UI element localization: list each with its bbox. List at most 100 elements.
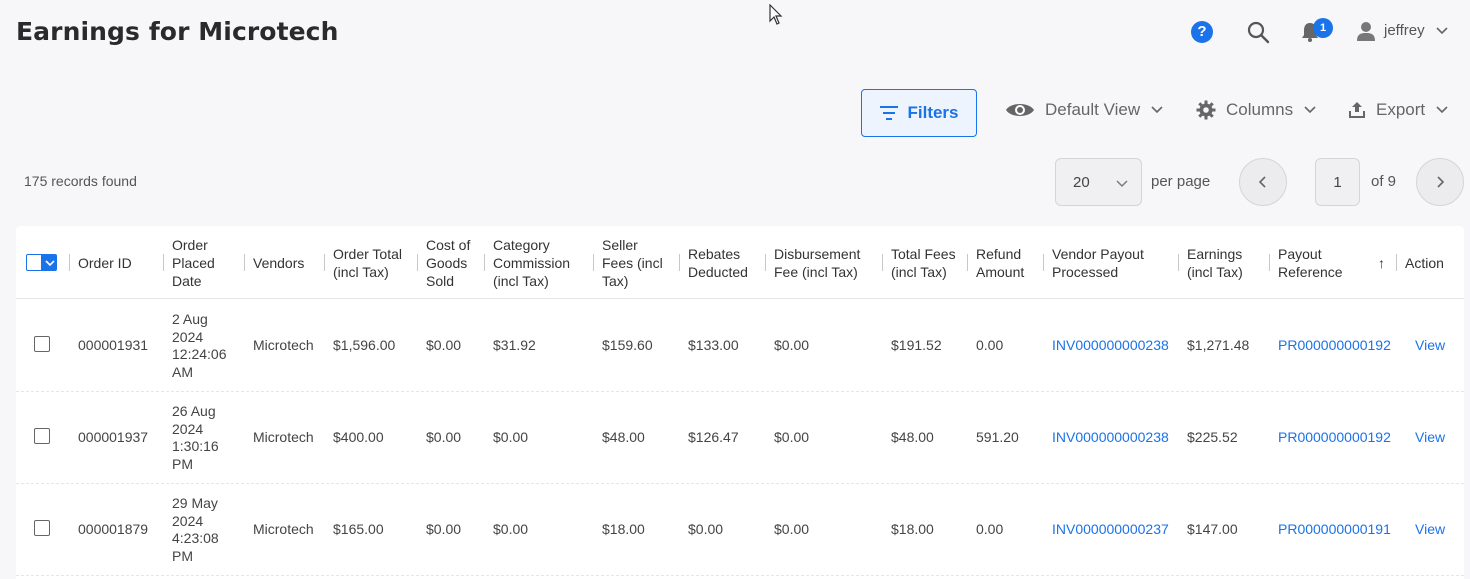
chevron-down-icon xyxy=(1436,106,1448,114)
refund-amount: 591.20 xyxy=(976,429,1019,446)
chevron-down-icon xyxy=(1116,180,1128,187)
notification-badge: 1 xyxy=(1313,18,1333,38)
gear-icon xyxy=(1196,100,1216,120)
default-view-label: Default View xyxy=(1045,100,1141,119)
row-checkbox[interactable] xyxy=(34,428,50,444)
column-header[interactable]: Order ID xyxy=(69,226,163,299)
chevron-left-icon xyxy=(1258,176,1266,188)
column-header[interactable]: Rebates Deducted xyxy=(679,226,765,299)
disbursement-fee: $0.00 xyxy=(774,429,810,446)
vendor: Microtech xyxy=(253,429,314,446)
seller-fees: $48.00 xyxy=(602,429,645,446)
column-header[interactable]: Cost of Goods Sold xyxy=(417,226,484,299)
rebates-deducted: $126.47 xyxy=(688,429,739,446)
order-total: $1,596.00 xyxy=(333,337,396,354)
cost-of-goods: $0.00 xyxy=(426,337,462,354)
order-date: 2 Aug 2024 12:24:06 AM xyxy=(172,311,227,380)
order-total: $165.00 xyxy=(333,521,384,538)
category-commission: $0.00 xyxy=(493,429,529,446)
help-icon[interactable]: ? xyxy=(1191,21,1213,43)
chevron-right-icon xyxy=(1437,176,1445,188)
export-dropdown[interactable]: Export xyxy=(1348,100,1449,120)
vendor-payout-link[interactable]: INV000000000237 xyxy=(1043,484,1178,576)
default-view-dropdown[interactable]: Default View xyxy=(1005,100,1164,120)
order-total: $400.00 xyxy=(333,429,384,446)
payout-reference-link[interactable]: PR000000000191 xyxy=(1269,484,1396,576)
columns-dropdown[interactable]: Columns xyxy=(1196,100,1317,120)
chevron-down-icon[interactable] xyxy=(1435,24,1449,38)
table-row: 000001937 26 Aug 2024 1:30:16 PM Microte… xyxy=(16,392,1464,484)
row-checkbox[interactable] xyxy=(34,520,50,536)
previous-page-button[interactable] xyxy=(1239,158,1287,206)
vendor: Microtech xyxy=(253,521,314,538)
filters-button[interactable]: Filters xyxy=(861,89,977,137)
sort-ascending-icon[interactable]: ↑ xyxy=(1378,255,1385,271)
earnings: $147.00 xyxy=(1187,521,1238,538)
seller-fees: $159.60 xyxy=(602,337,653,354)
filter-icon xyxy=(880,106,899,120)
cost-of-goods: $0.00 xyxy=(426,521,462,538)
column-header: Action xyxy=(1396,226,1464,299)
payout-reference-link[interactable]: PR000000000192 xyxy=(1269,300,1396,392)
export-icon xyxy=(1349,102,1365,118)
disbursement-fee: $0.00 xyxy=(774,337,810,354)
column-header[interactable]: Total Fees (incl Tax) xyxy=(882,226,967,299)
column-header[interactable]: Disbursement Fee (incl Tax) xyxy=(765,226,882,299)
column-header[interactable]: Vendors xyxy=(244,226,324,299)
vendor: Microtech xyxy=(253,337,314,354)
view-link[interactable]: View xyxy=(1406,484,1464,576)
order-id: 000001937 xyxy=(78,429,149,446)
column-header[interactable]: Payout Reference xyxy=(1269,226,1396,299)
total-fees: $48.00 xyxy=(891,429,934,446)
export-label: Export xyxy=(1376,100,1426,119)
chevron-down-icon xyxy=(1151,106,1163,114)
column-header[interactable]: Refund Amount xyxy=(967,226,1043,299)
column-header[interactable]: Category Commission (incl Tax) xyxy=(484,226,593,299)
order-date: 26 Aug 2024 1:30:16 PM xyxy=(172,403,219,472)
disbursement-fee: $0.00 xyxy=(774,521,810,538)
page-title: Earnings for Microtech xyxy=(16,17,339,46)
per-page-select[interactable]: 20 xyxy=(1055,158,1142,206)
earnings: $225.52 xyxy=(1187,429,1238,446)
select-all-checkbox[interactable] xyxy=(26,254,57,271)
column-header[interactable]: Earnings (incl Tax) xyxy=(1178,226,1269,299)
vendor-payout-link[interactable]: INV000000000238 xyxy=(1043,392,1178,484)
row-checkbox[interactable] xyxy=(34,336,50,352)
columns-label: Columns xyxy=(1226,100,1294,119)
refund-amount: 0.00 xyxy=(976,521,1004,538)
table-row: 000001879 29 May 2024 4:23:08 PM Microte… xyxy=(16,484,1464,576)
column-header[interactable]: Order Placed Date xyxy=(163,226,243,299)
column-header[interactable]: Order Total (incl Tax) xyxy=(324,226,417,299)
search-icon[interactable] xyxy=(1246,20,1270,44)
rebates-deducted: $133.00 xyxy=(688,337,739,354)
column-header[interactable]: Seller Fees (incl Tax) xyxy=(593,226,678,299)
view-link[interactable]: View xyxy=(1406,300,1464,392)
rebates-deducted: $0.00 xyxy=(688,521,724,538)
vendor-payout-link[interactable]: INV000000000238 xyxy=(1043,300,1178,392)
per-page-label: per page xyxy=(1151,173,1211,190)
next-page-button[interactable] xyxy=(1416,158,1464,206)
column-header[interactable]: Vendor Payout Processed xyxy=(1043,226,1178,299)
user-name[interactable]: jeffrey xyxy=(1384,22,1425,39)
refund-amount: 0.00 xyxy=(976,337,1004,354)
chevron-down-icon xyxy=(44,259,55,266)
total-fees: $18.00 xyxy=(891,521,934,538)
total-fees: $191.52 xyxy=(891,337,942,354)
filters-label: Filters xyxy=(907,103,959,122)
payout-reference-link[interactable]: PR000000000192 xyxy=(1269,392,1396,484)
table-row: 000001931 2 Aug 2024 12:24:06 AM Microte… xyxy=(16,300,1464,392)
earnings-table: Order ID Order Placed Date Vendors Order… xyxy=(16,226,1464,579)
chevron-down-icon xyxy=(1304,106,1316,114)
view-link[interactable]: View xyxy=(1406,392,1464,484)
order-id: 000001931 xyxy=(78,337,149,354)
page-number-input[interactable]: 1 xyxy=(1315,158,1360,206)
order-id: 000001879 xyxy=(78,521,149,538)
per-page-value: 20 xyxy=(1073,173,1090,191)
earnings: $1,271.48 xyxy=(1187,337,1250,354)
mouse-cursor-icon xyxy=(769,4,783,25)
category-commission: $31.92 xyxy=(493,337,536,354)
user-avatar-icon[interactable] xyxy=(1355,20,1377,42)
category-commission: $0.00 xyxy=(493,521,529,538)
total-pages: of 9 xyxy=(1371,173,1397,190)
order-date: 29 May 2024 4:23:08 PM xyxy=(172,495,219,564)
